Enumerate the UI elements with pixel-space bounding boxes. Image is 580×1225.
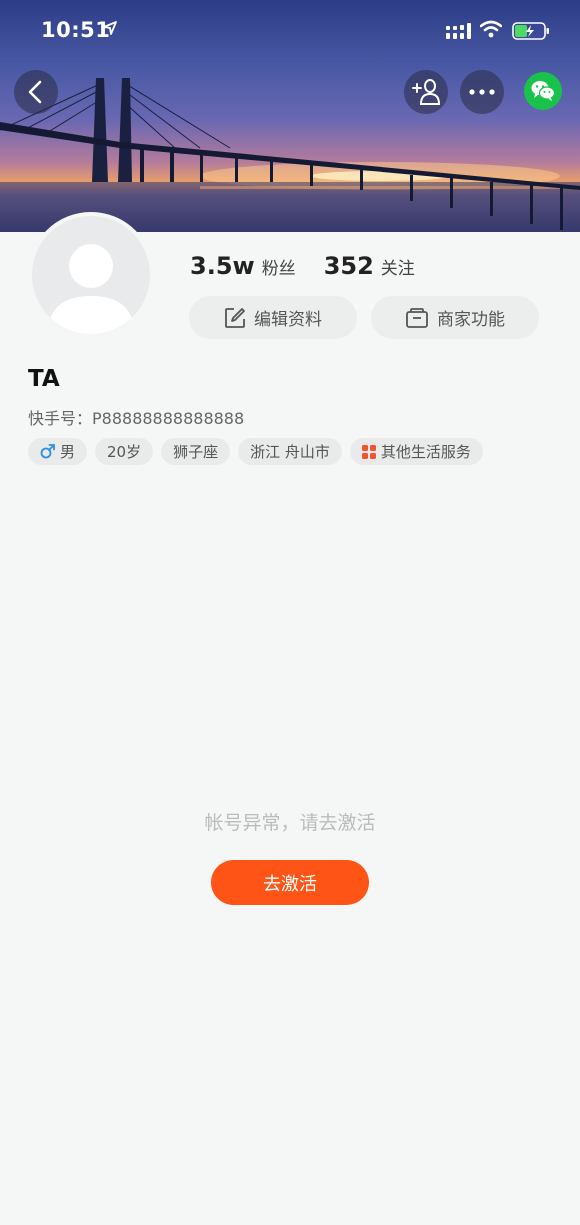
location-label: 浙江 舟山市	[250, 443, 330, 461]
add-follow-icon	[412, 79, 441, 105]
followers-label[interactable]: 粉丝	[262, 254, 296, 279]
category-grid-icon	[361, 444, 376, 459]
edit-profile-label: 编辑资料	[254, 310, 322, 330]
kuaishou-id[interactable]: 快手号：P88888888888888	[28, 405, 244, 429]
status-bar: 10:51	[0, 0, 580, 62]
edit-profile-button[interactable]: 编辑资料	[189, 296, 357, 339]
add-follow-button[interactable]	[404, 70, 448, 114]
merchant-features-button[interactable]: 商家功能	[371, 296, 539, 339]
category-label: 其他生活服务	[380, 443, 471, 461]
wechat-share-button[interactable]	[524, 72, 562, 110]
account-abnormal-message: 帐号异常，请去激活	[204, 812, 376, 834]
zodiac-tag: 狮子座	[161, 438, 231, 465]
default-avatar-icon	[48, 244, 134, 334]
profile-tags: 男 20岁 狮子座 浙江 舟山市 其他生活服务	[28, 438, 491, 465]
followers-count[interactable]: 3.5w	[190, 252, 255, 280]
age-tag: 20岁	[95, 438, 154, 465]
more-button[interactable]	[460, 70, 504, 114]
following-label[interactable]: 关注	[381, 254, 415, 279]
edit-icon	[225, 307, 245, 328]
cellular-signal-icon	[446, 23, 471, 39]
profile-name: TA	[28, 366, 60, 392]
back-icon	[28, 80, 42, 104]
following-count[interactable]: 352	[324, 252, 374, 280]
wifi-icon	[480, 20, 502, 38]
gender-label: 男	[60, 443, 76, 461]
age-label: 20岁	[107, 443, 142, 461]
avatar[interactable]	[28, 212, 154, 338]
male-icon	[40, 444, 55, 459]
activate-button[interactable]: 去激活	[211, 860, 369, 905]
category-tag[interactable]: 其他生活服务	[349, 438, 483, 465]
location-arrow-icon	[103, 21, 117, 35]
gender-tag: 男	[28, 438, 88, 465]
shop-icon	[406, 307, 428, 328]
location-tag: 浙江 舟山市	[238, 438, 342, 465]
battery-charging-icon	[512, 22, 549, 40]
profile-stats: 3.5w 粉丝 352 关注	[190, 252, 415, 280]
zodiac-label: 狮子座	[173, 443, 219, 461]
wechat-icon	[531, 81, 555, 101]
status-time: 10:51	[41, 18, 111, 42]
back-button[interactable]	[14, 70, 58, 114]
more-icon	[469, 89, 495, 95]
merchant-features-label: 商家功能	[437, 310, 505, 330]
